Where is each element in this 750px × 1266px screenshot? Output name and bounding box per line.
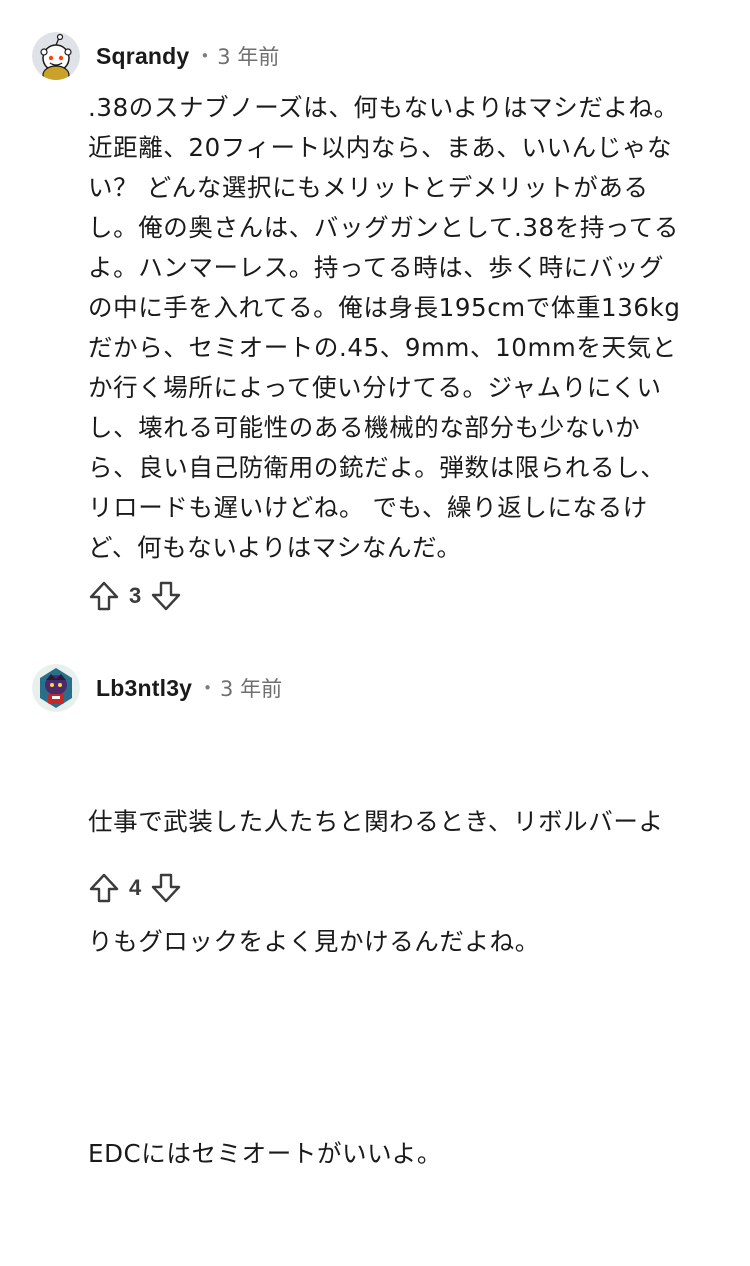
comment-header: Lb3ntl3y • 3 年前 [32,660,282,716]
comment-line: だから、セミオートの.45、9mm、10mmを天気と [88,333,677,362]
comment-line: .38のスナブノーズは、何もないよりはマシだよね。 [88,93,679,122]
separator-dot: • [200,47,210,65]
comment-line: い？ どんな選択にもメリットとデメリットがある [88,173,649,202]
separator-dot: • [203,679,213,697]
character-avatar-icon[interactable] [32,664,80,712]
comment-body: 仕事で武装した人たちと関わるとき、リボルバーよ りもグロックをよく見かけるんだよ… [88,722,728,1266]
downvote-arrow-icon[interactable] [150,872,182,904]
comment-line: よ。ハンマーレス。持ってる時は、歩く時にバッグ [88,253,665,282]
comment-line: ど、何もないよりはマシなんだ。 [88,533,462,562]
comment-line: 近距離、20フィート以内なら、まあ、いいんじゃな [88,133,673,162]
comment-line: し、壊れる可能性のある機械的な部分も少ないか [88,413,641,442]
username[interactable]: Lb3ntl3y [96,675,192,702]
vote-bar: 4 [88,870,182,906]
downvote-arrow-icon[interactable] [150,580,182,612]
snoo-avatar-icon[interactable] [32,32,80,80]
comment-line: ら、良い自己防衛用の銃だよ。弾数は限られるし、 [88,453,666,482]
comment-line: 仕事で武装した人たちと関わるとき、リボルバーよ [88,807,664,836]
comment-line: し。俺の奥さんは、バッグガンとして.38を持ってる [88,213,680,242]
vote-score: 3 [129,583,142,608]
comment-line: りもグロックをよく見かけるんだよね。 [88,927,540,956]
username[interactable]: Sqrandy [96,43,189,70]
vote-score: 4 [129,875,142,900]
comment-line: の中に手を入れてる。俺は身長195cmで体重136kg [88,293,681,322]
upvote-arrow-icon[interactable] [88,580,120,612]
vote-bar: 3 [88,578,182,614]
comment-body: .38のスナブノーズは、何もないよりはマシだよね。 近距離、20フィート以内なら… [88,88,728,568]
comment-line: EDCにはセミオートがいいよ。 [88,1139,442,1168]
comment-paragraph: 仕事で武装した人たちと関わるとき、リボルバーよ りもグロックをよく見かけるんだよ… [88,722,728,1042]
upvote-arrow-icon[interactable] [88,872,120,904]
timestamp: 3 年前 [217,45,280,69]
comment-line: か行く場所によって使い分けてる。ジャムりにくい [88,373,662,402]
timestamp: 3 年前 [220,677,283,701]
comment-header: Sqrandy • 3 年前 [32,28,279,84]
comment-line: リロードも遅いけどね。 でも、繰り返しになるけ [88,493,648,522]
comment-paragraph: EDCにはセミオートがいいよ。 [88,1054,728,1254]
